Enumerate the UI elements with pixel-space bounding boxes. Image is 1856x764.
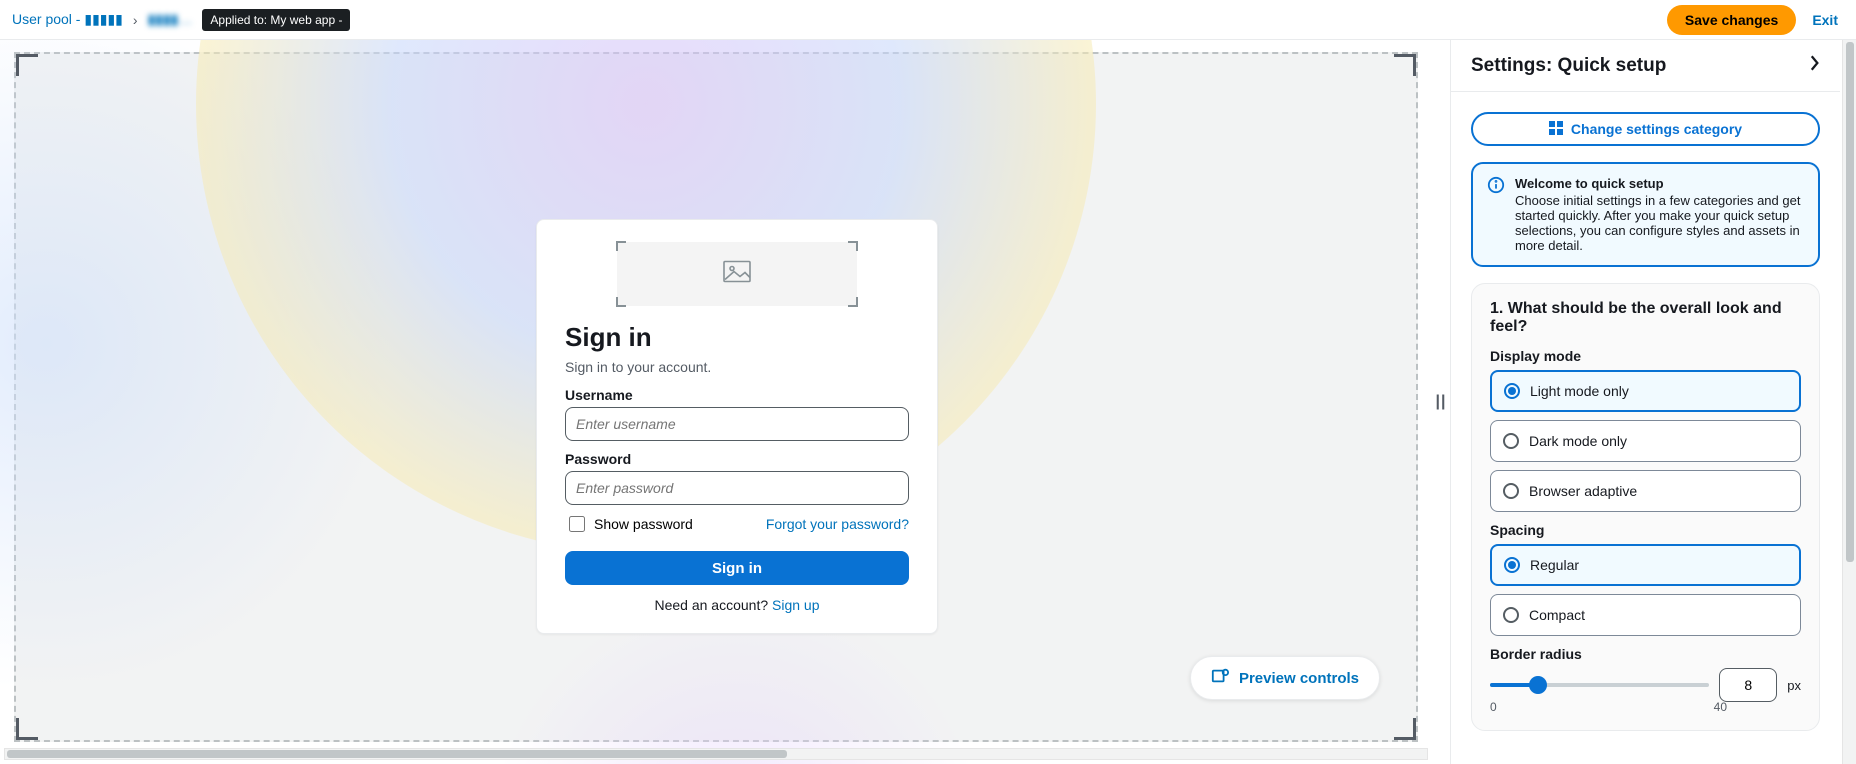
info-icon <box>1487 176 1505 253</box>
vertical-scrollbar[interactable] <box>1842 40 1856 764</box>
image-icon <box>723 261 751 288</box>
signup-link[interactable]: Sign up <box>772 597 819 613</box>
spacing-label: Spacing <box>1490 522 1801 538</box>
username-label: Username <box>565 387 909 403</box>
signin-card: Sign in Sign in to your account. Usernam… <box>536 219 938 634</box>
radio-compact-label: Compact <box>1529 607 1585 623</box>
settings-panel: Settings: Quick setup Change settings ca… <box>1450 40 1842 764</box>
question-1-title: 1. What should be the overall look and f… <box>1490 300 1801 336</box>
radio-dark-mode[interactable]: Dark mode only <box>1490 420 1801 462</box>
password-label: Password <box>565 451 909 467</box>
signin-subtitle: Sign in to your account. <box>565 359 909 375</box>
password-input[interactable] <box>565 471 909 505</box>
breadcrumb-pool-name: ▮▮▮▮▮ <box>84 11 123 27</box>
info-body: Choose initial settings in a few categor… <box>1515 193 1800 253</box>
show-password-box[interactable] <box>569 516 585 532</box>
border-radius-unit: px <box>1787 678 1801 693</box>
change-settings-category-button[interactable]: Change settings category <box>1471 112 1820 146</box>
preview-controls-label: Preview controls <box>1239 670 1359 687</box>
username-input[interactable] <box>565 407 909 441</box>
preview-canvas-area: Sign in Sign in to your account. Usernam… <box>0 40 1432 764</box>
question-1-card: 1. What should be the overall look and f… <box>1471 283 1820 731</box>
border-radius-input[interactable] <box>1719 668 1777 702</box>
radio-light-mode[interactable]: Light mode only <box>1490 370 1801 412</box>
applied-to-tag: Applied to: My web app - <box>202 9 350 31</box>
panel-resize-handle[interactable]: || <box>1432 40 1450 764</box>
radio-browser-adaptive[interactable]: Browser adaptive <box>1490 470 1801 512</box>
radio-light-label: Light mode only <box>1530 383 1629 399</box>
radio-regular-spacing[interactable]: Regular <box>1490 544 1801 586</box>
chevron-right-icon: › <box>133 12 138 28</box>
radio-dark-label: Dark mode only <box>1529 433 1627 449</box>
breadcrumb-pool[interactable]: User pool - ▮▮▮▮▮ <box>12 11 123 28</box>
radio-regular-label: Regular <box>1530 557 1579 573</box>
preview-icon <box>1211 667 1229 689</box>
signup-prompt: Need an account? Sign up <box>565 597 909 613</box>
exit-button[interactable]: Exit <box>1806 5 1844 35</box>
border-radius-slider[interactable] <box>1490 673 1709 697</box>
show-password-label: Show password <box>594 516 693 532</box>
info-title: Welcome to quick setup <box>1515 176 1804 191</box>
grid-icon <box>1549 121 1563 138</box>
change-settings-label: Change settings category <box>1571 121 1742 137</box>
radio-browser-label: Browser adaptive <box>1529 483 1637 499</box>
forgot-password-link[interactable]: Forgot your password? <box>766 516 909 532</box>
display-mode-label: Display mode <box>1490 348 1801 364</box>
breadcrumb-app[interactable]: ▮▮▮▮… <box>148 11 193 28</box>
chevron-right-icon[interactable] <box>1808 54 1820 77</box>
logo-placeholder[interactable] <box>617 242 857 306</box>
slider-max: 40 <box>1714 700 1727 714</box>
top-bar: User pool - ▮▮▮▮▮ › ▮▮▮▮… Applied to: My… <box>0 0 1856 40</box>
save-changes-button[interactable]: Save changes <box>1667 5 1796 35</box>
preview-controls-button[interactable]: Preview controls <box>1190 656 1380 700</box>
signin-button[interactable]: Sign in <box>565 551 909 585</box>
horizontal-scrollbar[interactable] <box>4 748 1428 760</box>
info-box: Welcome to quick setup Choose initial se… <box>1471 162 1820 267</box>
radio-compact-spacing[interactable]: Compact <box>1490 594 1801 636</box>
border-radius-label: Border radius <box>1490 646 1801 662</box>
settings-panel-title: Settings: Quick setup <box>1471 55 1666 77</box>
signin-title: Sign in <box>565 322 909 353</box>
show-password-checkbox[interactable]: Show password <box>565 513 693 535</box>
slider-min: 0 <box>1490 700 1497 714</box>
